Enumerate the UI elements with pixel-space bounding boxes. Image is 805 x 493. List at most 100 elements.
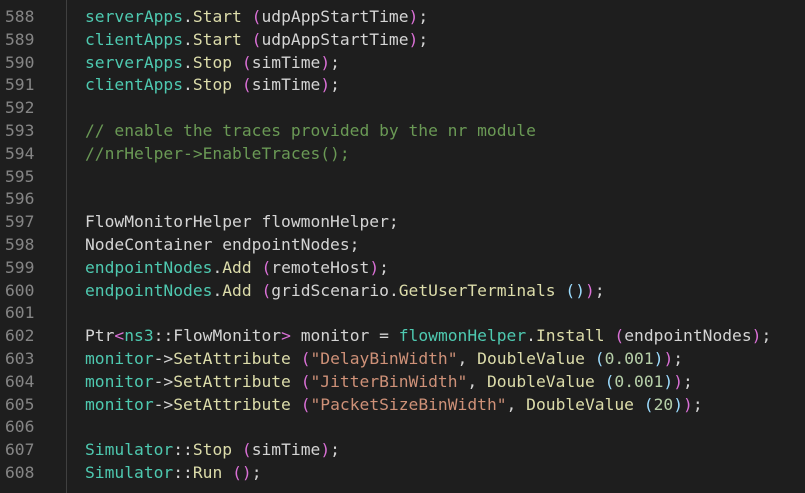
code-text[interactable]: //nrHelper->EnableTraces(); [85,143,350,166]
code-token: . [183,52,193,72]
code-token: ) [408,29,419,49]
code-text[interactable]: clientApps.Start (udpAppStartTime); [85,29,428,52]
code-token: . [183,29,193,49]
code-text[interactable]: clientApps.Stop (simTime); [85,74,340,97]
code-text[interactable]: endpointNodes.Add (gridScenario.GetUserT… [85,280,605,303]
line-number: 591 [5,75,35,95]
code-line[interactable]: 607 Simulator::Stop (simTime); [0,439,805,462]
code-token: ::FlowMonitor [153,326,282,346]
code-token: Stop [192,52,233,72]
code-line[interactable]: 605 monitor->SetAttribute ("PacketSizeBin… [0,394,805,417]
code-line[interactable]: 596 [0,188,805,211]
code-token: ( [643,394,654,414]
code-token: remoteHost [271,257,370,277]
code-line[interactable]: 595 [0,166,805,189]
code-token: Simulator [85,463,174,482]
code-text[interactable]: monitor->SetAttribute ("DelayBinWidth", … [85,348,683,371]
code-token: ( [594,349,605,368]
code-token: ; [594,280,605,300]
code-token: ( [261,257,272,277]
code-token: ( [604,371,615,391]
code-line[interactable]: 608 Simulator::Run (); [0,462,805,485]
code-token: "DelayBinWidth" [310,349,458,368]
code-token: () [232,463,252,482]
line-number: 608 [5,463,35,482]
code-line[interactable]: 603 monitor->SetAttribute ("DelayBinWidth… [0,348,805,371]
line-number: 592 [5,98,35,118]
code-token: ) [653,349,664,368]
code-text[interactable]: Ptr<ns3::FlowMonitor> monitor = flowmonH… [85,325,771,348]
code-line[interactable]: 602 Ptr<ns3::FlowMonitor> monitor = flowm… [0,325,805,348]
line-number: 588 [5,7,35,26]
line-number: 603 [5,349,35,368]
code-line[interactable]: 589 clientApps.Start (udpAppStartTime); [0,29,805,52]
line-number: 595 [5,166,35,186]
code-line[interactable]: 604 monitor->SetAttribute ("JitterBinWidt… [0,371,805,394]
code-token: Stop [192,440,233,460]
code-line[interactable]: 592 [0,97,805,120]
code-text[interactable]: monitor->SetAttribute ("PacketSizeBinWid… [85,394,703,417]
code-token: endpointNodes [85,257,213,277]
line-number: 599 [5,257,35,277]
code-token: ( [300,371,311,391]
code-token: monitor [85,394,154,414]
code-line[interactable]: 598 NodeContainer endpointNodes; [0,234,805,257]
code-token: serverApps [85,7,184,26]
line-number: 606 [5,417,35,437]
code-token: 0.001 [604,349,654,368]
code-token: simTime [251,440,321,460]
code-line[interactable]: 591 clientApps.Stop (simTime); [0,74,805,97]
code-token: Add [222,280,252,300]
code-text[interactable]: monitor->SetAttribute ("JitterBinWidth",… [85,371,693,394]
code-token: ) [320,52,331,72]
code-line[interactable]: 597 FlowMonitorHelper flowmonHelper; [0,211,805,234]
code-line[interactable]: 601 [0,302,805,325]
code-token: Ptr [85,326,115,346]
code-token: > [281,326,291,346]
code-token: . [183,7,193,26]
code-token: 20 [653,394,674,414]
code-token: monitor [85,349,154,368]
code-line[interactable]: 588 serverApps.Start (udpAppStartTime); [0,6,805,29]
code-text[interactable]: endpointNodes.Add (remoteHost); [85,257,389,280]
code-token: endpointNodes [85,280,213,300]
code-token: ) [683,394,693,414]
code-text[interactable]: Simulator::Stop (simTime); [85,439,340,462]
code-text[interactable]: // enable the traces provided by the nr … [85,120,536,143]
code-text[interactable]: serverApps.Start (udpAppStartTime); [85,6,428,29]
code-text[interactable]: FlowMonitorHelper flowmonHelper; [85,211,399,234]
code-token: ) [369,257,380,277]
code-token: DoubleValue [526,394,634,414]
code-line[interactable]: 594 //nrHelper->EnableTraces(); [0,143,805,166]
code-token: ; [761,326,772,346]
code-line[interactable]: 599 endpointNodes.Add (remoteHost); [0,257,805,280]
code-token: ( [251,29,262,49]
code-token: . [388,280,399,300]
code-token: ; [379,257,389,277]
line-number: 590 [5,52,35,72]
code-token: endpointNodes [624,326,752,346]
code-token: ; [692,394,703,414]
code-token: serverApps [85,52,184,72]
code-token: ; [251,463,262,482]
code-editor[interactable]: 588 serverApps.Start (udpAppStartTime); 58… [0,0,805,493]
code-token: ; [673,349,684,368]
code-line[interactable]: 593 // enable the traces provided by the … [0,120,805,143]
code-token: ; [418,7,429,26]
code-token: DoubleValue [477,349,585,368]
code-line[interactable]: 590 serverApps.Stop (simTime); [0,52,805,75]
code-token: udpAppStartTime [261,29,409,49]
code-token: ; [330,75,340,95]
code-line[interactable]: 606 [0,416,805,439]
code-line[interactable]: 600 endpointNodes.Add (gridScenario.GetUs… [0,280,805,303]
code-text[interactable]: Simulator::Run (); [85,462,262,485]
code-text[interactable]: serverApps.Stop (simTime); [85,52,340,75]
code-text[interactable]: NodeContainer endpointNodes; [85,234,359,257]
